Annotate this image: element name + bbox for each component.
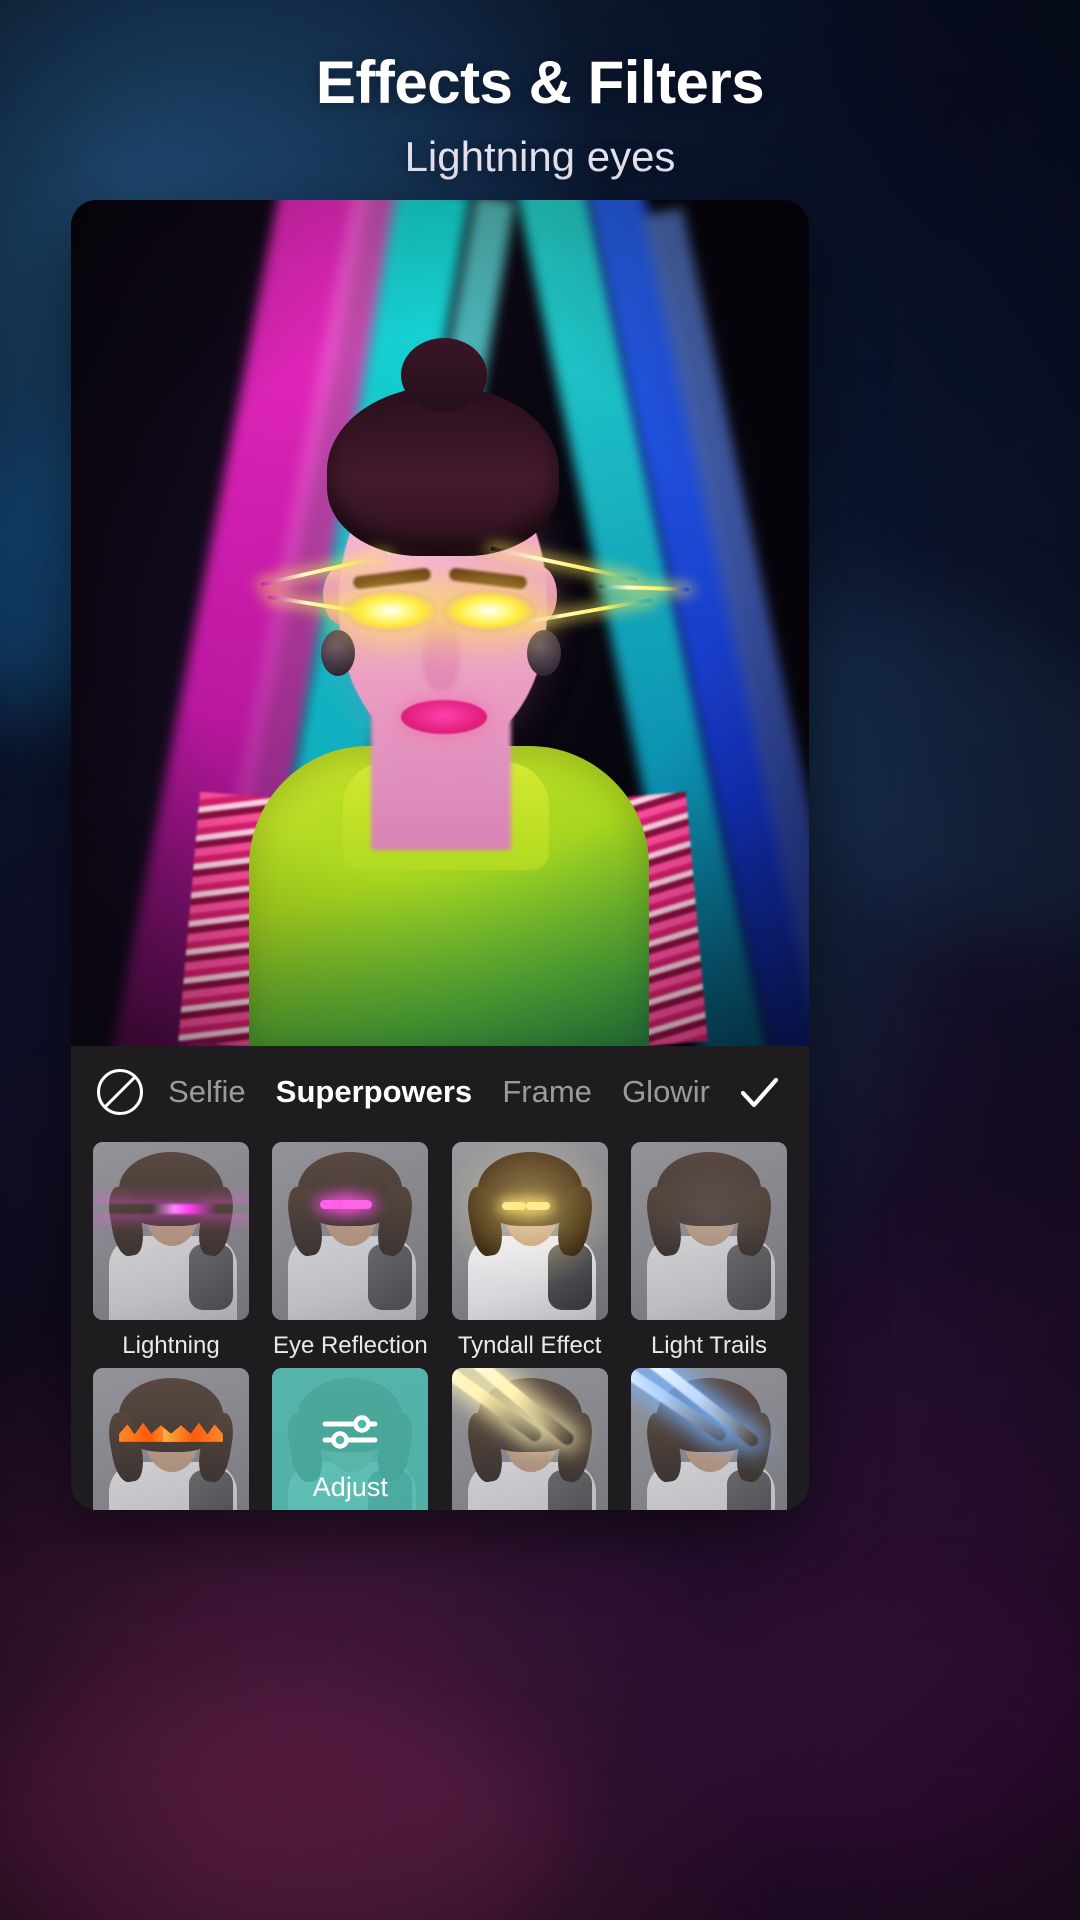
effects-grid: Lightning Eye Reflection Tyndall Effect xyxy=(71,1138,809,1510)
tab-superpowers[interactable]: Superpowers xyxy=(276,1074,472,1110)
effect-item-eye-reflection[interactable]: Eye Reflection xyxy=(272,1142,429,1360)
effect-item-lightning[interactable]: Lightning xyxy=(93,1142,249,1360)
effects-row: Lightning Eye Reflection Tyndall Effect xyxy=(93,1142,787,1360)
page-title: Effects & Filters xyxy=(315,49,765,116)
effect-thumbnail-selected: Adjust xyxy=(272,1368,429,1510)
effect-thumbnail xyxy=(93,1368,249,1510)
tab-frame[interactable]: Frame xyxy=(502,1074,592,1110)
effect-label: Lightning xyxy=(122,1332,220,1359)
page-subtitle: Lightning eyes xyxy=(404,133,676,180)
effect-item-tyndall-effect[interactable]: Tyndall Effect xyxy=(451,1142,608,1360)
lightning-effect-icon xyxy=(93,1204,249,1214)
effect-label: Light Trails xyxy=(650,1332,768,1359)
preview-vignette xyxy=(71,200,809,1046)
effects-row: Flame Eyes xyxy=(93,1368,787,1510)
eye-reflection-effect-icon xyxy=(272,1200,428,1226)
electric-eyes-effect-icon xyxy=(452,1426,608,1452)
check-icon[interactable] xyxy=(735,1068,783,1116)
effect-thumbnail xyxy=(630,1142,787,1320)
app-screenshot-card: Selfie Superpowers Frame Glowir Lightnin… xyxy=(71,200,809,1510)
effect-thumbnail xyxy=(272,1142,429,1320)
effect-item-light-trails[interactable]: Light Trails xyxy=(630,1142,787,1360)
editor-panel: Selfie Superpowers Frame Glowir Lightnin… xyxy=(71,1046,809,1510)
laser-eyes-effect-icon xyxy=(631,1426,787,1452)
effect-thumbnail xyxy=(451,1142,608,1320)
effect-thumbnail xyxy=(93,1142,249,1320)
no-effect-icon[interactable] xyxy=(97,1069,143,1115)
flame-eyes-effect-icon xyxy=(93,1426,249,1452)
effect-category-tabbar: Selfie Superpowers Frame Glowir xyxy=(71,1046,809,1138)
effect-item-lightning-eyes[interactable]: Adjust Lightning Eyes xyxy=(272,1368,429,1510)
effect-thumbnail xyxy=(451,1368,608,1510)
effect-label: Eye Reflection xyxy=(272,1332,428,1359)
effect-item-laser-eyes-2[interactable]: Laser Eyes 2 xyxy=(630,1368,787,1510)
photo-preview[interactable] xyxy=(71,200,809,1046)
effect-label: Tyndall Effect xyxy=(457,1332,602,1359)
promo-header: Effects & Filters Lightning eyes xyxy=(0,0,1080,181)
effect-item-flame-eyes[interactable]: Flame Eyes xyxy=(93,1368,249,1510)
adjust-button-label[interactable]: Adjust xyxy=(313,1472,388,1503)
category-tabs: Selfie Superpowers Frame Glowir xyxy=(143,1074,735,1110)
tab-glowing[interactable]: Glowir xyxy=(622,1074,710,1110)
tyndall-effect-icon xyxy=(451,1142,608,1320)
sliders-icon xyxy=(319,1411,381,1458)
effect-item-electric-eyes[interactable]: Electric Eyes xyxy=(451,1368,608,1510)
tab-selfie[interactable]: Selfie xyxy=(168,1074,246,1110)
effect-thumbnail xyxy=(630,1368,787,1510)
light-trails-effect-icon xyxy=(630,1142,787,1320)
